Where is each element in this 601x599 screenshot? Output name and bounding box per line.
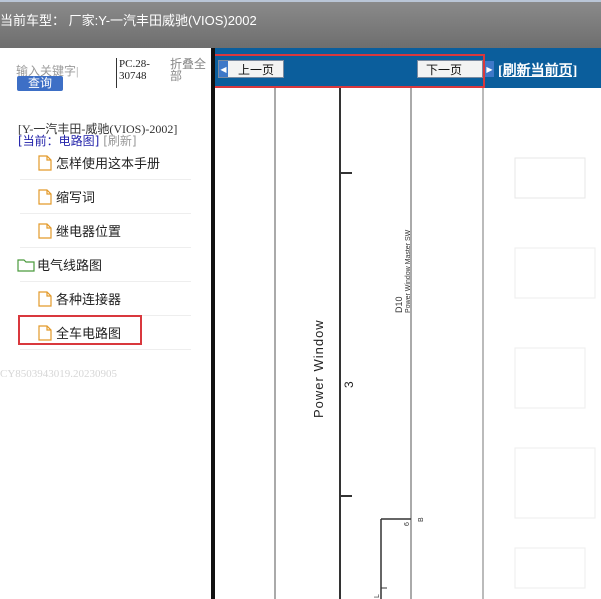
diagram-viewer: ◀ 上一页 下一页 ▶ [刷新当前页] Power Window 3 D10 P… bbox=[215, 48, 601, 599]
connector-name: Power Window Master SW bbox=[405, 229, 412, 313]
tree-folder-wiring-diagrams[interactable]: 电气线路图 bbox=[17, 248, 191, 282]
current-model-title: 当前车型： 厂家:Y-一汽丰田威驰(VIOS)2002 bbox=[0, 13, 257, 28]
query-button[interactable]: 查询 bbox=[17, 76, 63, 91]
tree-item-label: 缩写词 bbox=[56, 191, 96, 206]
tree-item-abbreviations[interactable]: 缩写词 bbox=[20, 180, 191, 214]
tree-item-relay-locations[interactable]: 继电器位置 bbox=[20, 214, 191, 248]
viewer-toolbar: ◀ 上一页 下一页 ▶ [刷新当前页] bbox=[215, 48, 601, 88]
tree-item-label: 继电器位置 bbox=[56, 225, 122, 240]
arrow-right-icon: ▶ bbox=[485, 61, 494, 77]
file-icon bbox=[38, 188, 52, 205]
wire-letter: L bbox=[374, 594, 381, 598]
highlight-box bbox=[18, 315, 142, 345]
pc-code: PC.28-30748 bbox=[116, 58, 166, 88]
file-icon bbox=[38, 154, 52, 171]
diagram-title: Power Window bbox=[311, 319, 326, 418]
faded-background-components bbox=[514, 157, 596, 589]
pin-letter: B bbox=[418, 517, 425, 522]
file-icon bbox=[38, 290, 52, 307]
tree-item-connectors[interactable]: 各种连接器 bbox=[20, 282, 191, 316]
fold-all-link[interactable]: 折叠全部 bbox=[170, 58, 208, 82]
diagram-number: 3 bbox=[342, 381, 356, 388]
watermark-code: CY8503943019.20230905 bbox=[0, 368, 118, 380]
window-header: 当前车型： 厂家:Y-一汽丰田威驰(VIOS)2002 bbox=[0, 0, 601, 48]
tree-item-label: 各种连接器 bbox=[56, 293, 122, 308]
wiring-diagram: Power Window 3 D10 Power Window Master S… bbox=[274, 88, 596, 599]
highlight-box bbox=[215, 54, 485, 88]
pin-number: 6 bbox=[404, 522, 411, 526]
file-icon bbox=[38, 222, 52, 239]
tree-item-label: 怎样使用这本手册 bbox=[56, 157, 161, 172]
connector-code: D10 bbox=[394, 296, 404, 313]
sidebar: 查询 PC.28-30748 折叠全部 [Y-一汽丰田-威驰(VIOS)-200… bbox=[0, 48, 212, 599]
diagram-frame-lines bbox=[274, 88, 484, 599]
folder-icon bbox=[17, 258, 35, 272]
tree-item-label: 电气线路图 bbox=[37, 259, 103, 274]
refresh-current-page-link[interactable]: [刷新当前页] bbox=[498, 60, 577, 80]
tree-item-manual-usage[interactable]: 怎样使用这本手册 bbox=[20, 146, 191, 180]
